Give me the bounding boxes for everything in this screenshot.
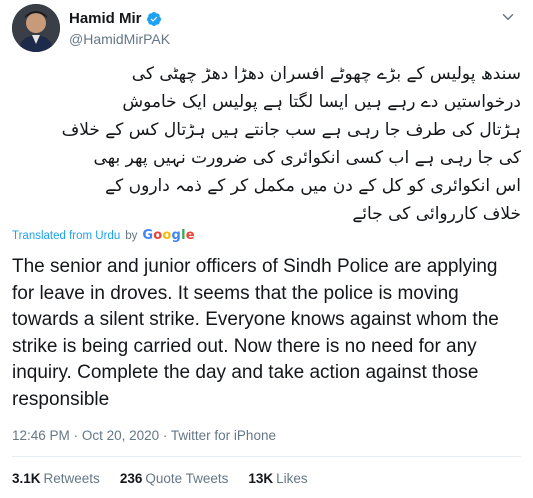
urdu-line: اس انکوائری کو کل کے دن میں مکمل کر کے ذ… <box>105 176 521 196</box>
meta-separator: · <box>162 428 168 443</box>
urdu-line: کی جا رہی ہے اب کسی انکوائری کی ضرورت نہ… <box>93 148 521 168</box>
tweet-meta: 12:46 PM · Oct 20, 2020 · Twitter for iP… <box>12 428 276 443</box>
tweet-date[interactable]: Oct 20, 2020 <box>82 428 159 443</box>
author-name[interactable]: Hamid Mir <box>69 10 142 27</box>
google-logo: Google <box>142 228 195 243</box>
urdu-line: ہڑتال کی طرف جا رہی ہے سب جانتے ہیں ہڑتا… <box>61 120 521 140</box>
urdu-line: خلاف کارروائی کی جائے <box>352 204 521 224</box>
author-handle[interactable]: @HamidMirPAK <box>69 31 170 47</box>
tweet-text-urdu: سندھ پولیس کے بڑے چھوٹے افسران دھڑا دھڑ … <box>12 60 521 228</box>
likes-count: 13K <box>248 471 274 486</box>
urdu-line: سندھ پولیس کے بڑے چھوٹے افسران دھڑا دھڑ … <box>131 64 521 84</box>
likes-stat[interactable]: 13K Likes <box>248 471 307 486</box>
translated-by: by <box>125 229 138 242</box>
tweet-source[interactable]: Twitter for iPhone <box>171 428 276 443</box>
tweet-text-translation: The senior and junior officers of Sindh … <box>12 256 499 410</box>
chevron-down-icon[interactable] <box>499 8 517 26</box>
retweets-count: 3.1K <box>12 471 41 486</box>
author-info[interactable]: Hamid Mir @HamidMirPAK <box>69 10 170 47</box>
avatar[interactable] <box>12 4 60 52</box>
verified-badge-icon <box>146 11 162 27</box>
quote-tweets-stat[interactable]: 236 Quote Tweets <box>120 471 229 486</box>
likes-label: Likes <box>276 471 308 486</box>
urdu-line: درخواستیں دے رہے ہیں ایسا لگتا ہے پولیس … <box>122 92 521 112</box>
quote-tweets-label: Quote Tweets <box>145 471 229 486</box>
retweets-stat[interactable]: 3.1K Retweets <box>12 471 100 486</box>
tweet-header: Hamid Mir @HamidMirPAK <box>12 4 521 52</box>
quote-tweets-count: 236 <box>119 471 143 486</box>
retweets-label: Retweets <box>43 471 100 486</box>
translation-attribution[interactable]: Translated from Urdu by Google <box>12 228 195 243</box>
tweet-time[interactable]: 12:46 PM <box>12 428 70 443</box>
translated-label[interactable]: Translated from Urdu <box>12 230 120 242</box>
tweet-stats: 3.1K Retweets 236 Quote Tweets 13K Likes <box>12 471 308 486</box>
meta-separator: · <box>73 428 79 443</box>
divider <box>12 456 521 457</box>
